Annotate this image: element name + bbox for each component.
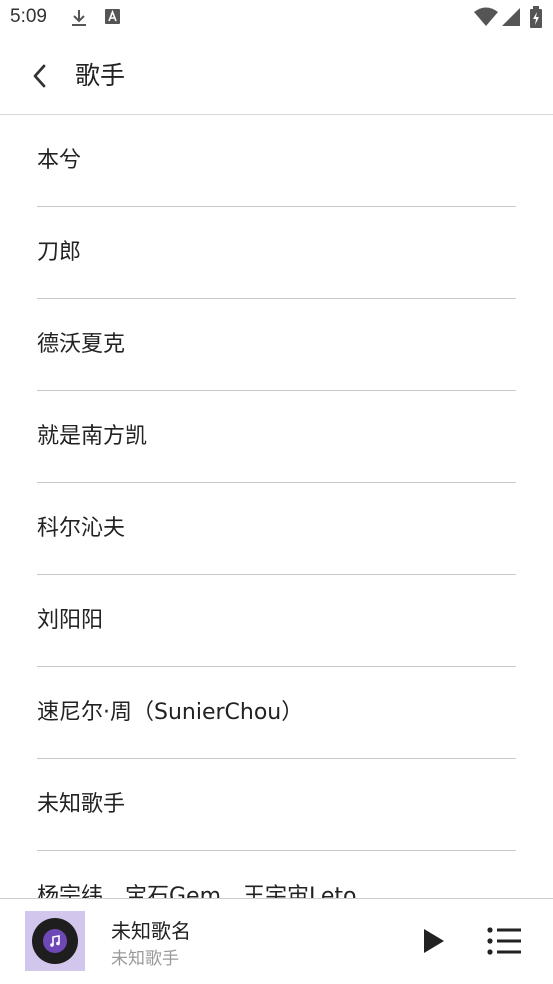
status-time: 5:09 bbox=[10, 6, 47, 27]
playlist-button[interactable] bbox=[486, 925, 524, 957]
music-note-icon bbox=[50, 935, 60, 947]
play-icon bbox=[424, 929, 444, 953]
list-item[interactable]: 刘阳阳 bbox=[37, 575, 516, 667]
artist-name: 未知歌手 bbox=[37, 792, 126, 817]
song-artist: 未知歌手 bbox=[111, 949, 179, 969]
list-item[interactable]: 未知歌手 bbox=[37, 759, 516, 851]
artist-name: 杨宗纬、宝石Gem、王宇宙Leto bbox=[37, 884, 357, 898]
list-item[interactable]: 刀郎 bbox=[37, 207, 516, 299]
status-bar: 5:09 bbox=[0, 0, 553, 38]
font-app-icon bbox=[105, 9, 120, 24]
artist-list[interactable]: 本兮 刀郎 德沃夏克 就是南方凯 科尔沁夫 刘阳阳 速尼尔·周（SunierCh… bbox=[0, 115, 553, 898]
list-item[interactable]: 德沃夏克 bbox=[37, 299, 516, 391]
artist-name: 刀郎 bbox=[37, 240, 82, 265]
artist-name: 德沃夏克 bbox=[37, 332, 126, 357]
list-item[interactable]: 就是南方凯 bbox=[37, 391, 516, 483]
artist-name: 本兮 bbox=[37, 148, 82, 173]
playlist-icon bbox=[487, 927, 521, 955]
album-cover[interactable] bbox=[25, 911, 85, 971]
wifi-icon bbox=[474, 7, 498, 26]
artist-name: 刘阳阳 bbox=[37, 608, 104, 633]
app-header: 歌手 bbox=[0, 38, 553, 115]
mini-player[interactable]: 未知歌名 未知歌手 bbox=[0, 898, 553, 984]
artist-name: 速尼尔·周（SunierChou） bbox=[37, 700, 304, 725]
song-title: 未知歌名 bbox=[111, 919, 191, 943]
play-button[interactable] bbox=[418, 925, 450, 957]
back-button[interactable] bbox=[22, 58, 58, 94]
download-icon bbox=[72, 10, 86, 26]
battery-charging-icon bbox=[530, 6, 542, 28]
artist-name: 科尔沁夫 bbox=[37, 516, 126, 541]
list-item[interactable]: 本兮 bbox=[37, 115, 516, 207]
artist-name: 就是南方凯 bbox=[37, 424, 148, 449]
list-item[interactable]: 速尼尔·周（SunierChou） bbox=[37, 667, 516, 759]
back-arrow-icon bbox=[33, 64, 46, 88]
page-title: 歌手 bbox=[75, 61, 126, 90]
list-item[interactable]: 科尔沁夫 bbox=[37, 483, 516, 575]
disc-icon bbox=[32, 918, 78, 964]
cellular-signal-icon bbox=[502, 8, 520, 26]
list-item[interactable]: 杨宗纬、宝石Gem、王宇宙Leto bbox=[37, 851, 516, 898]
